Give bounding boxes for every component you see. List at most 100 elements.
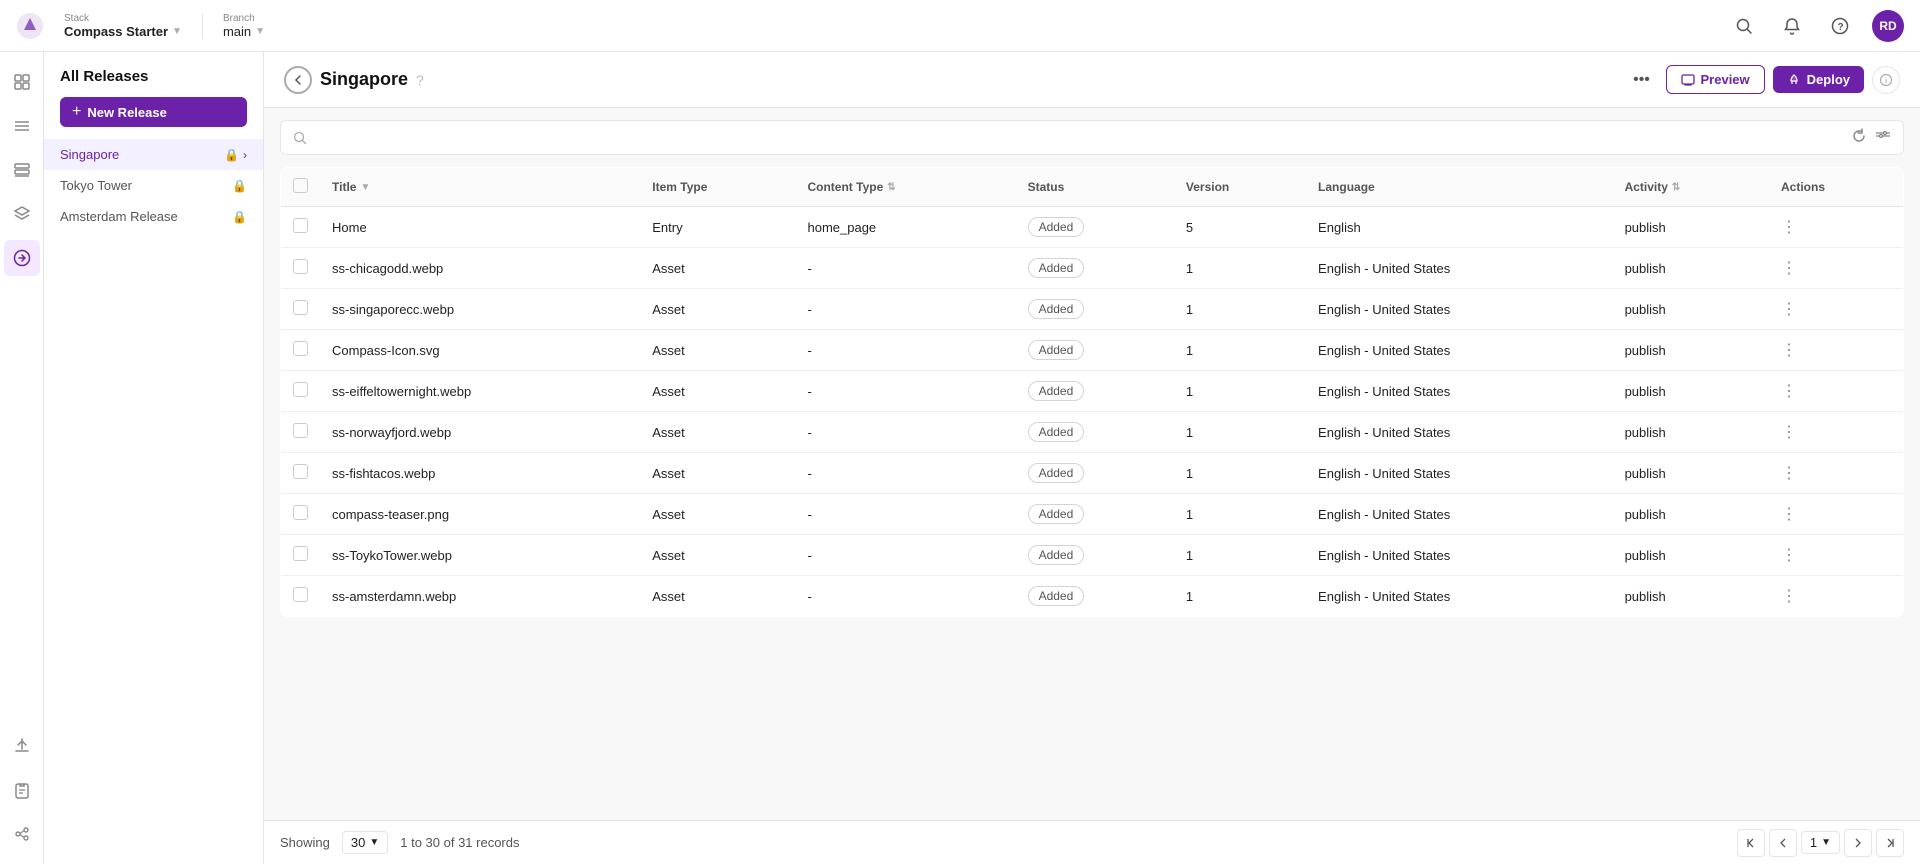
- row-version: 5: [1174, 207, 1306, 248]
- list-icon: [13, 117, 31, 135]
- logo-icon: [16, 12, 44, 40]
- new-release-button[interactable]: + New Release: [60, 97, 247, 127]
- row-checkbox-cell: [281, 207, 321, 248]
- page-chevron-icon: ▼: [1821, 837, 1831, 848]
- first-page-button[interactable]: [1737, 829, 1765, 857]
- row-actions: ⋮: [1769, 535, 1903, 576]
- row-title: Compass-Icon.svg: [320, 330, 640, 371]
- next-page-button[interactable]: [1844, 829, 1872, 857]
- row-checkbox[interactable]: [293, 587, 308, 602]
- row-actions-button[interactable]: ⋮: [1781, 424, 1798, 441]
- sidebar-item-singapore[interactable]: Singapore 🔒 ›: [44, 139, 263, 170]
- refresh-button[interactable]: [1851, 128, 1867, 147]
- svg-text:?: ?: [1838, 22, 1844, 33]
- search-input[interactable]: [315, 130, 1843, 145]
- row-language: English - United States: [1306, 289, 1613, 330]
- deploy-button[interactable]: Deploy: [1773, 66, 1864, 93]
- row-item-type: Asset: [640, 371, 795, 412]
- topbar: Stack Compass Starter ▼ Branch main ▼: [0, 0, 1920, 52]
- deploy-rocket-icon: [1787, 73, 1801, 87]
- row-checkbox[interactable]: [293, 382, 308, 397]
- row-checkbox[interactable]: [293, 505, 308, 520]
- sidebar-item-label: Amsterdam Release: [60, 209, 178, 224]
- bell-icon: [1783, 17, 1801, 35]
- releases-icon: [13, 249, 31, 267]
- status-column-header: Status: [1016, 168, 1174, 207]
- row-content-type: -: [795, 453, 1015, 494]
- activity-column-header[interactable]: Activity ⇅: [1613, 168, 1769, 207]
- preview-button[interactable]: Preview: [1666, 65, 1765, 94]
- row-language: English - United States: [1306, 576, 1613, 617]
- nav-models-button[interactable]: [4, 196, 40, 232]
- sidebar-header: All Releases: [44, 68, 263, 97]
- row-checkbox[interactable]: [293, 464, 308, 479]
- row-checkbox[interactable]: [293, 423, 308, 438]
- back-button[interactable]: [284, 66, 312, 94]
- row-checkbox[interactable]: [293, 341, 308, 356]
- sidebar-item-amsterdam-release[interactable]: Amsterdam Release 🔒: [44, 201, 263, 232]
- search-icon: [1735, 17, 1753, 35]
- sidebar-item-right: 🔒: [232, 179, 247, 193]
- row-actions-button[interactable]: ⋮: [1781, 260, 1798, 277]
- branch-info: Branch main ▼: [202, 13, 265, 39]
- row-actions-button[interactable]: ⋮: [1781, 342, 1798, 359]
- row-actions-button[interactable]: ⋮: [1781, 383, 1798, 400]
- nav-settings-button[interactable]: [4, 816, 40, 852]
- row-actions-button[interactable]: ⋮: [1781, 465, 1798, 482]
- content-header: Singapore ? ••• Preview Dep: [264, 52, 1920, 108]
- select-all-checkbox[interactable]: [293, 178, 308, 193]
- notifications-button[interactable]: [1776, 10, 1808, 42]
- stack-info: Stack Compass Starter ▼: [64, 13, 182, 39]
- row-item-type: Asset: [640, 453, 795, 494]
- content-header-right: ••• Preview Deploy: [1626, 64, 1901, 96]
- row-actions-button[interactable]: ⋮: [1781, 301, 1798, 318]
- row-checkbox[interactable]: [293, 546, 308, 561]
- nav-tasks-button[interactable]: [4, 772, 40, 808]
- nav-releases-button[interactable]: [4, 240, 40, 276]
- row-actions-button[interactable]: ⋮: [1781, 588, 1798, 605]
- help-button[interactable]: ?: [1824, 10, 1856, 42]
- sidebar-item-tokyo-tower[interactable]: Tokyo Tower 🔒: [44, 170, 263, 201]
- row-actions-button[interactable]: ⋮: [1781, 219, 1798, 236]
- status-badge: Added: [1028, 258, 1085, 278]
- content-type-column-header[interactable]: Content Type ⇅: [795, 168, 1015, 207]
- grid-icon: [13, 73, 31, 91]
- stack-label: Stack: [64, 13, 182, 24]
- table-footer: Showing 30 ▼ 1 to 30 of 31 records: [264, 820, 1920, 864]
- more-options-button[interactable]: •••: [1626, 64, 1658, 96]
- row-actions: ⋮: [1769, 330, 1903, 371]
- table-row: ss-ToykoTower.webp Asset - Added 1 Engli…: [281, 535, 1904, 576]
- row-checkbox[interactable]: [293, 259, 308, 274]
- row-language: English - United States: [1306, 412, 1613, 453]
- nav-dashboard-button[interactable]: [4, 64, 40, 100]
- row-checkbox[interactable]: [293, 300, 308, 315]
- search-button[interactable]: [1728, 10, 1760, 42]
- info-button[interactable]: i: [1872, 66, 1900, 94]
- title-column-header[interactable]: Title ▼: [320, 168, 640, 207]
- row-item-type: Asset: [640, 412, 795, 453]
- title-help-icon[interactable]: ?: [416, 72, 424, 88]
- prev-page-button[interactable]: [1769, 829, 1797, 857]
- row-actions-button[interactable]: ⋮: [1781, 547, 1798, 564]
- current-page-number: 1: [1810, 835, 1817, 850]
- title-sort-icon: ▼: [360, 182, 370, 193]
- table-row: ss-amsterdamn.webp Asset - Added 1 Engli…: [281, 576, 1904, 617]
- nav-assets-button[interactable]: [4, 152, 40, 188]
- sidebar-item-label: Singapore: [60, 147, 119, 162]
- filter-button[interactable]: [1875, 128, 1891, 147]
- row-actions: ⋮: [1769, 412, 1903, 453]
- per-page-select[interactable]: 30 ▼: [342, 831, 388, 854]
- nav-content-button[interactable]: [4, 108, 40, 144]
- row-status: Added: [1016, 371, 1174, 412]
- last-page-button[interactable]: [1876, 829, 1904, 857]
- nav-deploy-button[interactable]: [4, 728, 40, 764]
- row-status: Added: [1016, 207, 1174, 248]
- avatar[interactable]: RD: [1872, 10, 1904, 42]
- content-type-sort-icon: ⇅: [887, 182, 895, 193]
- row-actions-button[interactable]: ⋮: [1781, 506, 1798, 523]
- lock-icon: 🔒: [224, 148, 239, 162]
- branch-chevron-icon[interactable]: ▼: [255, 26, 265, 37]
- stack-chevron-icon[interactable]: ▼: [172, 26, 182, 37]
- current-page-display[interactable]: 1 ▼: [1801, 831, 1840, 854]
- row-checkbox[interactable]: [293, 218, 308, 233]
